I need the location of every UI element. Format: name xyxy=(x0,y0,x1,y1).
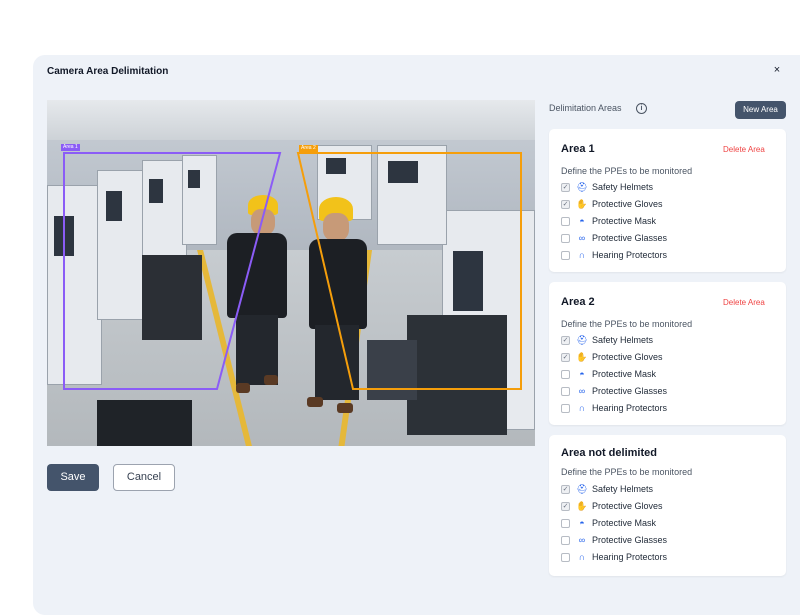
delete-area-button[interactable]: Delete Area xyxy=(723,298,765,307)
headphones-icon: ∩ xyxy=(578,552,586,562)
area-overlay[interactable] xyxy=(47,100,535,446)
ppe-option[interactable]: ◓ Protective Mask xyxy=(561,215,656,227)
checkbox[interactable] xyxy=(561,250,570,260)
card-title: Area 1 xyxy=(561,143,595,155)
ppe-option[interactable]: ◓ Protective Mask xyxy=(561,368,656,380)
checkbox[interactable] xyxy=(561,369,570,379)
ppe-option[interactable]: ∞ Protective Glasses xyxy=(561,232,667,244)
ppe-label: Protective Mask xyxy=(592,518,657,528)
ppe-label: Safety Helmets xyxy=(592,484,654,494)
ppe-label: Safety Helmets xyxy=(592,182,654,192)
area-2-polygon xyxy=(296,152,522,390)
delimitation-areas-heading: Delimitation Areas xyxy=(549,103,622,113)
ppe-label: Safety Helmets xyxy=(592,335,654,345)
checkbox[interactable] xyxy=(561,552,570,562)
glove-icon: ✋ xyxy=(576,198,588,209)
area-card-2: Area 2 Delete Area Define the PPEs to be… xyxy=(549,282,786,425)
checkbox-checked[interactable]: ✓ xyxy=(561,484,570,494)
ppe-label: Hearing Protectors xyxy=(592,250,668,260)
glove-icon: ✋ xyxy=(576,351,588,362)
ppe-label: Protective Mask xyxy=(592,216,657,226)
dialog-title: Camera Area Delimitation xyxy=(47,66,169,77)
camera-view[interactable]: Area 1 Area 2 xyxy=(47,100,535,446)
card-subtitle: Define the PPEs to be monitored xyxy=(561,319,693,329)
headphones-icon: ∩ xyxy=(578,250,586,260)
glasses-icon: ∞ xyxy=(578,386,586,396)
mask-icon: ◓ xyxy=(579,216,585,226)
helmet-icon: ⛑ xyxy=(576,181,588,192)
card-subtitle: Define the PPEs to be monitored xyxy=(561,166,693,176)
ppe-label: Hearing Protectors xyxy=(592,403,668,413)
ppe-option[interactable]: ✓ ⛑ Safety Helmets xyxy=(561,483,653,495)
checkbox[interactable] xyxy=(561,403,570,413)
ppe-label: Protective Gloves xyxy=(592,352,663,362)
checkbox[interactable] xyxy=(561,233,570,243)
helmet-icon: ⛑ xyxy=(576,483,588,494)
area-card-not-delimited: Area not delimited Define the PPEs to be… xyxy=(549,435,786,576)
ppe-option[interactable]: ✓ ✋ Protective Gloves xyxy=(561,198,663,210)
area-2-tag: Area 2 xyxy=(299,145,318,152)
area-1-tag: Area 1 xyxy=(61,144,80,151)
close-icon[interactable]: × xyxy=(770,63,784,77)
cancel-button[interactable]: Cancel xyxy=(113,464,175,491)
card-title: Area 2 xyxy=(561,296,595,308)
ppe-label: Protective Gloves xyxy=(592,199,663,209)
checkbox-checked[interactable]: ✓ xyxy=(561,199,570,209)
camera-area-dialog: Camera Area Delimitation × Area 1 Area 2… xyxy=(33,55,800,615)
checkbox-checked[interactable]: ✓ xyxy=(561,182,570,192)
ppe-option[interactable]: ✓ ✋ Protective Gloves xyxy=(561,500,663,512)
checkbox[interactable] xyxy=(561,216,570,226)
ppe-option[interactable]: ∩ Hearing Protectors xyxy=(561,551,667,563)
ppe-option[interactable]: ∞ Protective Glasses xyxy=(561,385,667,397)
new-area-button[interactable]: New Area xyxy=(735,101,786,119)
headphones-icon: ∩ xyxy=(578,403,586,413)
ppe-option[interactable]: ✓ ⛑ Safety Helmets xyxy=(561,334,653,346)
checkbox-checked[interactable]: ✓ xyxy=(561,335,570,345)
checkbox[interactable] xyxy=(561,518,570,528)
checkbox-checked[interactable]: ✓ xyxy=(561,352,570,362)
ppe-option[interactable]: ∩ Hearing Protectors xyxy=(561,402,667,414)
ppe-label: Hearing Protectors xyxy=(592,552,668,562)
save-button[interactable]: Save xyxy=(47,464,99,491)
ppe-option[interactable]: ✓ ⛑ Safety Helmets xyxy=(561,181,653,193)
ppe-option[interactable]: ✓ ✋ Protective Gloves xyxy=(561,351,663,363)
info-icon[interactable]: i xyxy=(636,103,647,114)
glasses-icon: ∞ xyxy=(578,233,586,243)
area-card-1: Area 1 Delete Area Define the PPEs to be… xyxy=(549,129,786,272)
ppe-label: Protective Glasses xyxy=(592,386,668,396)
glasses-icon: ∞ xyxy=(578,535,586,545)
ppe-option[interactable]: ◓ Protective Mask xyxy=(561,517,656,529)
checkbox-checked[interactable]: ✓ xyxy=(561,501,570,511)
ppe-label: Protective Mask xyxy=(592,369,657,379)
area-1-polygon xyxy=(63,152,282,390)
ppe-label: Protective Glasses xyxy=(592,535,668,545)
ppe-label: Protective Gloves xyxy=(592,501,663,511)
mask-icon: ◓ xyxy=(579,518,585,528)
card-subtitle: Define the PPEs to be monitored xyxy=(561,467,693,477)
ppe-option[interactable]: ∩ Hearing Protectors xyxy=(561,249,667,261)
glove-icon: ✋ xyxy=(576,500,588,511)
mask-icon: ◓ xyxy=(579,369,585,379)
checkbox[interactable] xyxy=(561,386,570,396)
delete-area-button[interactable]: Delete Area xyxy=(723,145,765,154)
card-title: Area not delimited xyxy=(561,447,657,459)
ppe-option[interactable]: ∞ Protective Glasses xyxy=(561,534,667,546)
ppe-label: Protective Glasses xyxy=(592,233,668,243)
helmet-icon: ⛑ xyxy=(576,334,588,345)
checkbox[interactable] xyxy=(561,535,570,545)
